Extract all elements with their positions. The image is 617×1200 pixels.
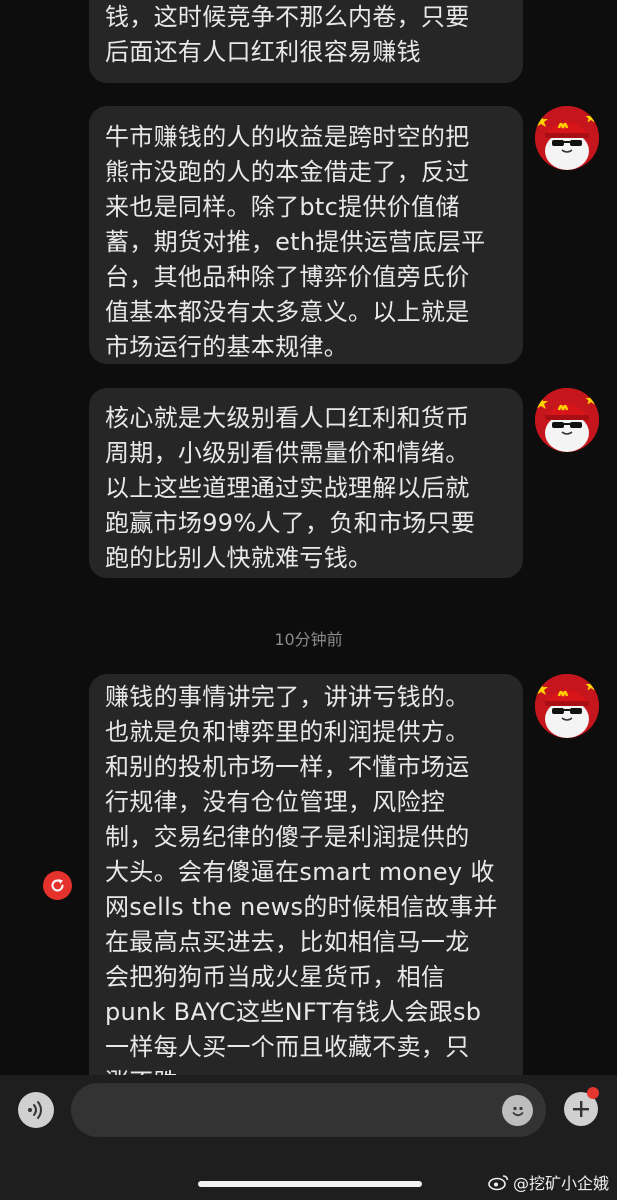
avatar[interactable] (535, 106, 599, 170)
voice-icon[interactable] (18, 1092, 54, 1128)
message-input[interactable] (71, 1083, 546, 1137)
retry-icon[interactable] (43, 871, 72, 900)
message-bubble[interactable]: 核心就是大级别看人口红利和货币 周期，小级别看供需量价和情绪。 以上这些道理通过… (89, 388, 523, 578)
avatar[interactable] (535, 674, 599, 738)
avatar-image (535, 674, 599, 738)
avatar-image (535, 388, 599, 452)
message-bubble[interactable]: 赚钱的事情讲完了，讲讲亏钱的。 也就是负和博弈里的利润提供方。 和别的投机市场一… (89, 674, 523, 1075)
emoji-icon[interactable] (502, 1095, 533, 1126)
avatar-image (535, 106, 599, 170)
watermark: @挖矿小企娥 (488, 1170, 609, 1194)
smiley-glyph (512, 1106, 523, 1116)
home-indicator[interactable] (198, 1181, 422, 1187)
plus-glyph (573, 1101, 589, 1117)
watermark-text: @挖矿小企娥 (513, 1174, 610, 1193)
avatar[interactable] (535, 388, 599, 452)
voice-glyph (28, 1101, 42, 1119)
chat-area[interactable]: 钱，这时候竞争不那么内卷，只要 后面还有人口红利很容易赚钱 牛市赚钱的人的收益是… (0, 0, 617, 1075)
message-bubble[interactable]: 牛市赚钱的人的收益是跨时空的把 熊市没跑的人的本金借走了，反过 来也是同样。除了… (89, 106, 523, 364)
message-bubble[interactable]: 钱，这时候竞争不那么内卷，只要 后面还有人口红利很容易赚钱 (89, 0, 523, 83)
timestamp: 10分钟前 (274, 630, 343, 649)
weibo-icon (488, 1175, 509, 1191)
refresh-glyph (51, 879, 64, 892)
notification-dot (587, 1087, 599, 1099)
